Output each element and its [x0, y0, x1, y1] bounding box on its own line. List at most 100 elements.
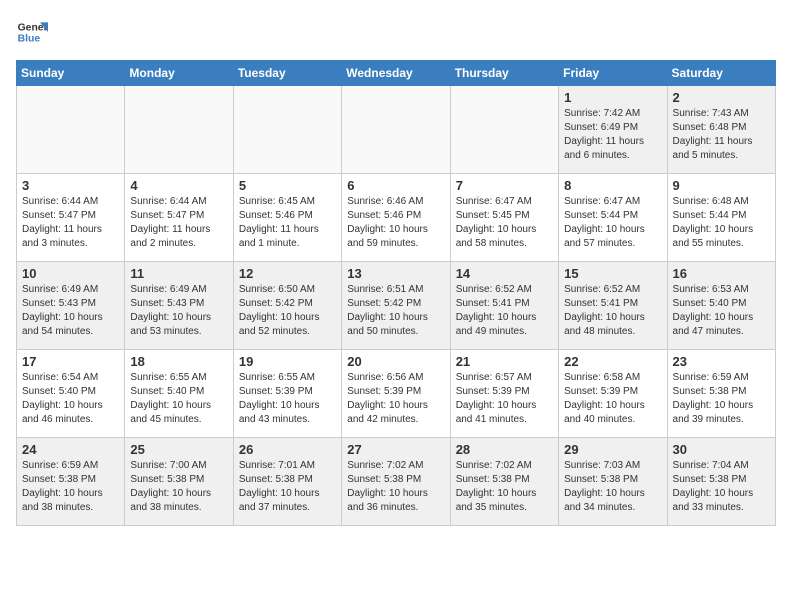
- day-number: 30: [673, 442, 770, 457]
- cell-content: Sunrise: 6:55 AM Sunset: 5:40 PM Dayligh…: [130, 371, 227, 427]
- calendar-cell: 1 Sunrise: 7:42 AM Sunset: 6:49 PM Daylig…: [559, 86, 667, 174]
- day-number: 12: [239, 266, 336, 281]
- calendar-cell: 4 Sunrise: 6:44 AM Sunset: 5:47 PM Daylig…: [125, 174, 233, 262]
- calendar-week-row: 3Sunrise: 6:44 AM Sunset: 5:47 PM Daylig…: [17, 174, 776, 262]
- cell-content: Sunrise: 6:51 AM Sunset: 5:42 PM Dayligh…: [347, 283, 444, 339]
- calendar-cell: 10Sunrise: 6:49 AM Sunset: 5:43 PM Dayli…: [17, 262, 125, 350]
- calendar-cell: 11 Sunrise: 6:49 AM Sunset: 5:43 PM Dayli…: [125, 262, 233, 350]
- calendar-header-row: SundayMondayTuesdayWednesdayThursdayFrid…: [17, 61, 776, 86]
- day-number: 11: [130, 266, 227, 281]
- calendar-cell: 8 Sunrise: 6:47 AM Sunset: 5:44 PM Daylig…: [559, 174, 667, 262]
- day-number: 25: [130, 442, 227, 457]
- weekday-header: Tuesday: [233, 61, 341, 86]
- cell-content: Sunrise: 6:48 AM Sunset: 5:44 PM Dayligh…: [673, 195, 770, 251]
- day-number: 27: [347, 442, 444, 457]
- day-number: 5: [239, 178, 336, 193]
- calendar-cell: 23 Sunrise: 6:59 AM Sunset: 5:38 PM Dayli…: [667, 350, 775, 438]
- calendar-week-row: 17 Sunrise: 6:54 AM Sunset: 5:40 PM Dayli…: [17, 350, 776, 438]
- calendar-week-row: 1 Sunrise: 7:42 AM Sunset: 6:49 PM Daylig…: [17, 86, 776, 174]
- weekday-header: Saturday: [667, 61, 775, 86]
- weekday-header: Friday: [559, 61, 667, 86]
- calendar-cell: [342, 86, 450, 174]
- calendar-cell: 7 Sunrise: 6:47 AM Sunset: 5:45 PM Daylig…: [450, 174, 558, 262]
- cell-content: Sunrise: 6:47 AM Sunset: 5:44 PM Dayligh…: [564, 195, 661, 251]
- calendar-table: SundayMondayTuesdayWednesdayThursdayFrid…: [16, 60, 776, 526]
- day-number: 7: [456, 178, 553, 193]
- cell-content: Sunrise: 6:54 AM Sunset: 5:40 PM Dayligh…: [22, 371, 119, 427]
- calendar-cell: 12Sunrise: 6:50 AM Sunset: 5:42 PM Dayli…: [233, 262, 341, 350]
- calendar-cell: 30 Sunrise: 7:04 AM Sunset: 5:38 PM Dayli…: [667, 438, 775, 526]
- day-number: 15: [564, 266, 661, 281]
- cell-content: Sunrise: 7:01 AM Sunset: 5:38 PM Dayligh…: [239, 459, 336, 515]
- cell-content: Sunrise: 6:59 AM Sunset: 5:38 PM Dayligh…: [673, 371, 770, 427]
- cell-content: Sunrise: 6:55 AM Sunset: 5:39 PM Dayligh…: [239, 371, 336, 427]
- calendar-cell: 18 Sunrise: 6:55 AM Sunset: 5:40 PM Dayli…: [125, 350, 233, 438]
- calendar-week-row: 24 Sunrise: 6:59 AM Sunset: 5:38 PM Dayli…: [17, 438, 776, 526]
- calendar-cell: 17 Sunrise: 6:54 AM Sunset: 5:40 PM Dayli…: [17, 350, 125, 438]
- calendar-cell: 25Sunrise: 7:00 AM Sunset: 5:38 PM Dayli…: [125, 438, 233, 526]
- calendar-cell: [17, 86, 125, 174]
- calendar-cell: 28Sunrise: 7:02 AM Sunset: 5:38 PM Dayli…: [450, 438, 558, 526]
- cell-content: Sunrise: 7:42 AM Sunset: 6:49 PM Dayligh…: [564, 107, 661, 163]
- cell-content: Sunrise: 6:47 AM Sunset: 5:45 PM Dayligh…: [456, 195, 553, 251]
- calendar-cell: 16 Sunrise: 6:53 AM Sunset: 5:40 PM Dayli…: [667, 262, 775, 350]
- calendar-week-row: 10 Sunrise: 6:49 AM Sunset: 5:43 PM Dayli…: [17, 262, 776, 350]
- day-number: 29: [564, 442, 661, 457]
- cell-content: Sunrise: 6:46 AM Sunset: 5:46 PM Dayligh…: [347, 195, 444, 251]
- cell-content: Sunrise: 7:03 AM Sunset: 5:38 PM Dayligh…: [564, 459, 661, 515]
- calendar-cell: 13 Sunrise: 6:51 AM Sunset: 5:42 PM Dayli…: [342, 262, 450, 350]
- day-number: 10: [22, 266, 119, 281]
- weekday-header: Wednesday: [342, 61, 450, 86]
- cell-content: Sunrise: 6:57 AM Sunset: 5:39 PM Dayligh…: [456, 371, 553, 427]
- cell-content: Sunrise: 6:56 AM Sunset: 5:39 PM Dayligh…: [347, 371, 444, 427]
- calendar-cell: 21Sunrise: 6:57 AM Sunset: 5:39 PM Dayli…: [450, 350, 558, 438]
- calendar-cell: 15Sunrise: 6:52 AM Sunset: 5:41 PM Dayli…: [559, 262, 667, 350]
- calendar-cell: 9 Sunrise: 6:48 AM Sunset: 5:44 PM Daylig…: [667, 174, 775, 262]
- calendar-cell: [233, 86, 341, 174]
- day-number: 4: [130, 178, 227, 193]
- cell-content: Sunrise: 7:02 AM Sunset: 5:38 PM Dayligh…: [347, 459, 444, 515]
- calendar-cell: [125, 86, 233, 174]
- day-number: 17: [22, 354, 119, 369]
- day-number: 9: [673, 178, 770, 193]
- calendar-cell: [450, 86, 558, 174]
- cell-content: Sunrise: 6:58 AM Sunset: 5:39 PM Dayligh…: [564, 371, 661, 427]
- day-number: 13: [347, 266, 444, 281]
- calendar-cell: 22Sunrise: 6:58 AM Sunset: 5:39 PM Dayli…: [559, 350, 667, 438]
- cell-content: Sunrise: 7:43 AM Sunset: 6:48 PM Dayligh…: [673, 107, 770, 163]
- calendar-cell: 26 Sunrise: 7:01 AM Sunset: 5:38 PM Dayli…: [233, 438, 341, 526]
- calendar-cell: 24 Sunrise: 6:59 AM Sunset: 5:38 PM Dayli…: [17, 438, 125, 526]
- day-number: 1: [564, 90, 661, 105]
- weekday-header: Thursday: [450, 61, 558, 86]
- page-header: General Blue: [16, 16, 776, 48]
- calendar-cell: 6 Sunrise: 6:46 AM Sunset: 5:46 PM Daylig…: [342, 174, 450, 262]
- day-number: 19: [239, 354, 336, 369]
- calendar-cell: 14 Sunrise: 6:52 AM Sunset: 5:41 PM Dayli…: [450, 262, 558, 350]
- calendar-cell: 5 Sunrise: 6:45 AM Sunset: 5:46 PM Daylig…: [233, 174, 341, 262]
- calendar-cell: 20 Sunrise: 6:56 AM Sunset: 5:39 PM Dayli…: [342, 350, 450, 438]
- calendar-cell: 3Sunrise: 6:44 AM Sunset: 5:47 PM Daylig…: [17, 174, 125, 262]
- day-number: 23: [673, 354, 770, 369]
- day-number: 26: [239, 442, 336, 457]
- weekday-header: Monday: [125, 61, 233, 86]
- cell-content: Sunrise: 6:59 AM Sunset: 5:38 PM Dayligh…: [22, 459, 119, 515]
- day-number: 28: [456, 442, 553, 457]
- cell-content: Sunrise: 6:44 AM Sunset: 5:47 PM Dayligh…: [130, 195, 227, 251]
- cell-content: Sunrise: 6:53 AM Sunset: 5:40 PM Dayligh…: [673, 283, 770, 339]
- svg-text:Blue: Blue: [18, 34, 41, 45]
- weekday-header: Sunday: [17, 61, 125, 86]
- calendar-cell: 19 Sunrise: 6:55 AM Sunset: 5:39 PM Dayli…: [233, 350, 341, 438]
- day-number: 6: [347, 178, 444, 193]
- cell-content: Sunrise: 6:45 AM Sunset: 5:46 PM Dayligh…: [239, 195, 336, 251]
- cell-content: Sunrise: 6:52 AM Sunset: 5:41 PM Dayligh…: [456, 283, 553, 339]
- logo-icon: General Blue: [16, 16, 48, 48]
- day-number: 16: [673, 266, 770, 281]
- day-number: 14: [456, 266, 553, 281]
- day-number: 8: [564, 178, 661, 193]
- day-number: 24: [22, 442, 119, 457]
- day-number: 20: [347, 354, 444, 369]
- cell-content: Sunrise: 7:04 AM Sunset: 5:38 PM Dayligh…: [673, 459, 770, 515]
- calendar-cell: 29 Sunrise: 7:03 AM Sunset: 5:38 PM Dayli…: [559, 438, 667, 526]
- cell-content: Sunrise: 6:49 AM Sunset: 5:43 PM Dayligh…: [130, 283, 227, 339]
- day-number: 18: [130, 354, 227, 369]
